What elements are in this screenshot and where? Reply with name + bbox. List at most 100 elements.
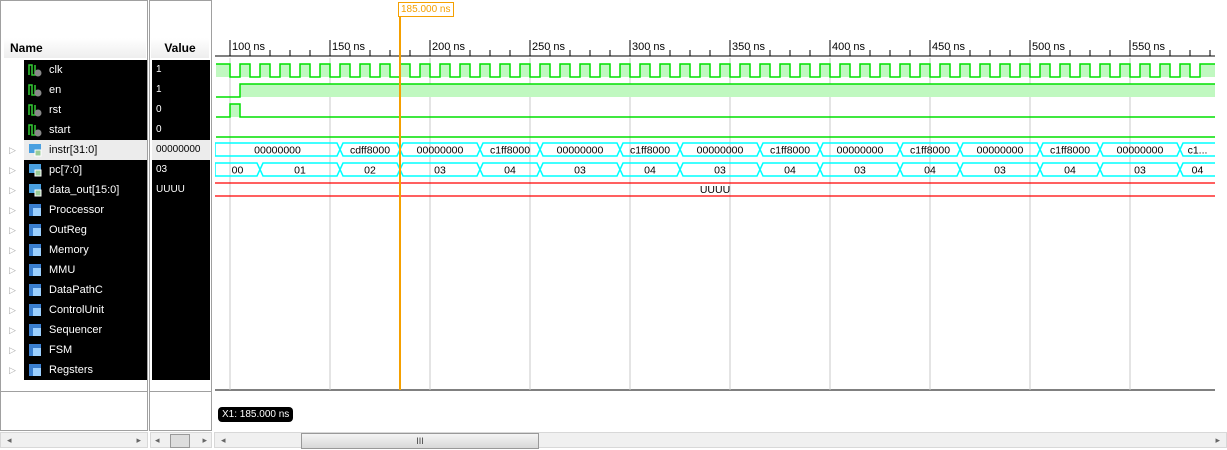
timeline-tick-label: 200 ns (432, 41, 466, 53)
value-column-header[interactable]: Value (151, 38, 209, 58)
signal-row-MMU[interactable]: MMU (24, 260, 147, 280)
scroll-thumb[interactable]: III (301, 433, 539, 449)
wave-high-fill (980, 64, 990, 77)
signal-row-Memory[interactable]: Memory (24, 240, 147, 260)
bus-value: 03 (1134, 165, 1146, 177)
signal-value: 03 (152, 160, 210, 180)
scroll-right-icon[interactable]: ▸ (202, 433, 207, 447)
signal-row-Sequencer[interactable]: Sequencer (24, 320, 147, 340)
wave-high-fill (1060, 64, 1070, 77)
signal-name: en (49, 84, 62, 96)
scroll-right-icon[interactable]: ▸ (1215, 433, 1220, 447)
signal-value: UUUU (152, 180, 210, 200)
expand-arrow-icon[interactable]: ▷ (9, 240, 16, 260)
waveform-canvas[interactable]: 100 ns 150 ns 200 ns 250 ns 300 ns 350 ns 400 … (215, 0, 1215, 392)
signal-row-FSM[interactable]: FSM (24, 340, 147, 360)
wave-high-fill (340, 64, 350, 77)
bus-value: 03 (714, 165, 726, 177)
scroll-thumb[interactable] (170, 434, 190, 448)
wave-high-fill (560, 64, 570, 77)
signal-row-en[interactable]: en (24, 80, 147, 100)
signal-value (152, 200, 210, 220)
signal-row-instr-31-0[interactable]: instr[31:0] (24, 140, 147, 160)
scroll-left-icon[interactable]: ◂ (221, 435, 226, 445)
expand-arrow-icon[interactable]: ▷ (9, 200, 16, 220)
signal-row-clk[interactable]: clk (24, 60, 147, 80)
scroll-left-icon[interactable]: ◂ (7, 435, 12, 445)
wave-high-fill (1160, 64, 1170, 77)
wave-high-fill (260, 64, 270, 77)
bus-value: 04 (924, 165, 936, 177)
name-scrollbar[interactable]: ◂ ▸ (0, 432, 148, 448)
wave-high-fill (230, 104, 240, 117)
bus-value: c1... (1188, 145, 1208, 157)
wave-high-fill (660, 64, 670, 77)
signal-value: 0 (152, 120, 210, 140)
timeline-tick-label: 550 ns (1132, 41, 1166, 53)
signal-row-ControlUnit[interactable]: ControlUnit (24, 300, 147, 320)
signal-row-OutReg[interactable]: OutReg (24, 220, 147, 240)
timeline-tick-label: 250 ns (532, 41, 566, 53)
signal-row-pc-7-0[interactable]: pc[7:0] (24, 160, 147, 180)
signal-value: 1 (152, 80, 210, 100)
signal-value (152, 280, 210, 300)
expand-arrow-icon[interactable]: ▷ (9, 160, 16, 180)
wave-scrollbar[interactable]: ◂ III ▸ (214, 432, 1227, 449)
wave-high-fill (480, 64, 490, 77)
wave-high-fill (300, 64, 310, 77)
signal-row-Proccessor[interactable]: Proccessor (24, 200, 147, 220)
signal-row-data_out-15-0[interactable]: data_out[15:0] (24, 180, 147, 200)
timeline-tick-label: 450 ns (932, 41, 966, 53)
timeline-tick-label: 500 ns (1032, 41, 1066, 53)
expand-arrow-icon[interactable]: ▷ (9, 320, 16, 340)
wave-high-fill (320, 64, 330, 77)
wave-high-fill (240, 84, 1215, 97)
scroll-right-icon[interactable]: ▸ (136, 433, 141, 447)
wave-high-fill (460, 64, 470, 77)
bus-value: 03 (574, 165, 586, 177)
signal-row-Regsters[interactable]: Regsters (24, 360, 147, 380)
wave-high-fill (540, 64, 550, 77)
value-scrollbar[interactable]: ◂ ▸ (150, 432, 212, 448)
wave-high-fill (1100, 64, 1110, 77)
signal-value (152, 340, 210, 360)
signal-row-rst[interactable]: rst (24, 100, 147, 120)
scroll-left-icon[interactable]: ◂ (155, 435, 160, 445)
wave-high-fill (216, 64, 230, 77)
wave-high-fill (240, 64, 250, 77)
timeline-tick-label: 300 ns (632, 41, 666, 53)
expand-arrow-icon[interactable]: ▷ (9, 360, 16, 380)
expand-arrow-icon[interactable]: ▷ (9, 180, 16, 200)
wave-high-fill (940, 64, 950, 77)
bus-value: c1ff8000 (630, 145, 670, 157)
expand-arrow-icon[interactable]: ▷ (9, 260, 16, 280)
expand-arrow-icon[interactable]: ▷ (9, 340, 16, 360)
signal-row-start[interactable]: start (24, 120, 147, 140)
signal-name: pc[7:0] (49, 164, 83, 176)
signal-name: start (49, 124, 71, 136)
bus-value: 00000000 (557, 145, 604, 157)
bus-value: 03 (434, 165, 446, 177)
signal-row-DataPathC[interactable]: DataPathC (24, 280, 147, 300)
expand-arrow-icon[interactable]: ▷ (9, 220, 16, 240)
signal-value: 0 (152, 100, 210, 120)
timeline-tick-label: 400 ns (832, 41, 866, 53)
bus-value: cdff8000 (350, 145, 390, 157)
bus-value: c1ff8000 (1050, 145, 1090, 157)
expand-arrow-icon[interactable]: ▷ (9, 140, 16, 160)
cursor-label[interactable]: 185.000 ns (398, 2, 454, 17)
wave-high-fill (840, 64, 850, 77)
value-bottom-divider (150, 391, 211, 392)
signal-name: MMU (49, 264, 76, 276)
expand-arrow-icon[interactable]: ▷ (9, 280, 16, 300)
expand-arrow-icon[interactable]: ▷ (9, 300, 16, 320)
bus-value: 00 (232, 165, 244, 177)
wave-high-fill (440, 64, 450, 77)
timeline-tick-label: 150 ns (332, 41, 366, 53)
name-column-header[interactable]: Name (4, 38, 146, 58)
wave-high-fill (920, 64, 930, 77)
wave-high-fill (1080, 64, 1090, 77)
wave-trace (216, 103, 1215, 118)
signal-name: data_out[15:0] (49, 184, 120, 196)
signal-value (152, 320, 210, 340)
